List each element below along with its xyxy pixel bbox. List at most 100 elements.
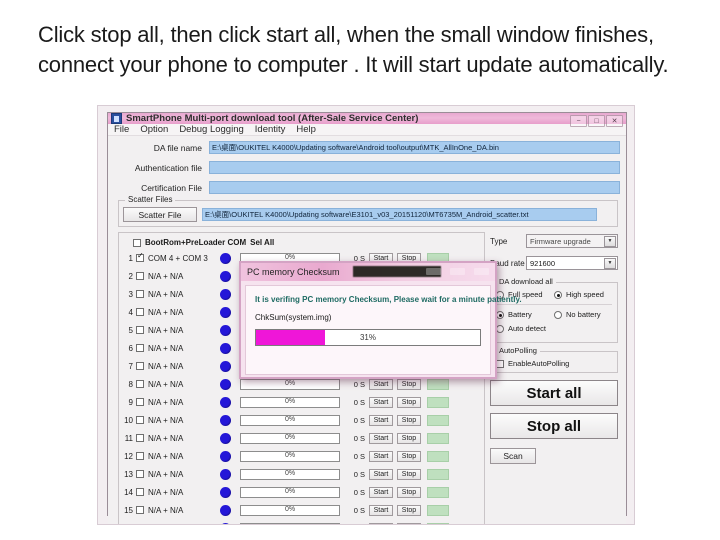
autopolling-legend: AutoPolling: [496, 346, 540, 355]
baud-rate-select[interactable]: 921600 ▼: [526, 256, 618, 270]
menu-bar: File Option Debug Logging Identity Help: [108, 124, 626, 136]
scan-button[interactable]: Scan: [490, 448, 536, 464]
baud-rate-row: Baud rate 921600 ▼: [490, 256, 618, 270]
port-name: N/A + N/A: [148, 451, 184, 461]
port-checkbox[interactable]: [136, 308, 144, 316]
port-elapsed-time: 0 S: [345, 524, 365, 525]
ghost-button: [450, 268, 465, 275]
port-stop-button[interactable]: Stop: [397, 486, 421, 498]
start-all-button[interactable]: Start all: [490, 380, 618, 406]
port-status-dot: [220, 468, 231, 480]
port-status-dot: [220, 288, 231, 300]
port-checkbox[interactable]: [136, 326, 144, 334]
port-name: N/A + N/A: [148, 397, 184, 407]
port-checkbox[interactable]: [136, 488, 144, 496]
port-checkbox[interactable]: [136, 524, 144, 525]
port-row: 14 N/A + N/A 0% 0 S Start Stop: [119, 483, 484, 501]
port-stop-button[interactable]: Stop: [397, 468, 421, 480]
dialog-title: PC memory Checksum: [247, 267, 340, 277]
window-controls: − □ ✕: [570, 115, 623, 127]
radio-auto-detect[interactable]: Auto detect: [496, 324, 554, 333]
port-start-button[interactable]: Start: [369, 486, 393, 498]
port-index: 5: [128, 325, 133, 335]
port-status-dot: [220, 414, 231, 426]
menu-item-option[interactable]: Option: [140, 124, 168, 135]
port-start-button[interactable]: Start: [369, 468, 393, 480]
da-download-legend: DA download all: [496, 277, 556, 286]
port-stop-button[interactable]: Stop: [397, 396, 421, 408]
port-elapsed-time: 0 S: [353, 379, 365, 389]
divider: [496, 304, 612, 305]
port-stop-button[interactable]: Stop: [397, 504, 421, 516]
port-header-label: BootRom+PreLoader COM: [145, 238, 247, 247]
minimize-button[interactable]: −: [570, 115, 587, 127]
stop-all-button[interactable]: Stop all: [490, 413, 618, 439]
select-all-checkbox[interactable]: [133, 238, 141, 247]
baud-rate-value: 921600: [530, 258, 556, 268]
port-index: 10: [124, 415, 133, 425]
port-start-button[interactable]: Start: [369, 504, 393, 516]
port-start-button[interactable]: Start: [369, 414, 393, 426]
radio-high-speed[interactable]: High speed: [554, 290, 612, 299]
menu-item-help[interactable]: Help: [296, 124, 316, 135]
port-row: 9 N/A + N/A 0% 0 S Start Stop: [119, 393, 484, 411]
da-file-input[interactable]: E:\桌面\OUKITEL K4000\Updating software\An…: [209, 141, 620, 154]
enable-autopolling-label: EnableAutoPolling: [508, 359, 570, 368]
port-checkbox[interactable]: [136, 452, 144, 460]
port-checkbox[interactable]: [136, 470, 144, 478]
maximize-button[interactable]: □: [588, 115, 605, 127]
embedded-screenshot: SmartPhone Multi-port download tool (Aft…: [97, 105, 635, 525]
scatter-file-button[interactable]: Scatter File: [123, 207, 197, 222]
auth-file-input[interactable]: [209, 161, 620, 174]
port-status-dot: [220, 396, 231, 408]
port-stop-button[interactable]: Stop: [397, 450, 421, 462]
enable-autopolling-checkbox[interactable]: [496, 359, 504, 368]
port-checkbox[interactable]: [136, 362, 144, 370]
port-name: N/A + N/A: [148, 415, 184, 425]
port-status-dot: [220, 378, 231, 390]
cert-file-input[interactable]: [209, 181, 620, 194]
cert-file-label: Certification File: [141, 182, 202, 193]
port-checkbox[interactable]: [136, 506, 144, 514]
port-checkbox[interactable]: [136, 290, 144, 298]
dialog-progress-bar: 31%: [255, 329, 481, 346]
radio-no-battery[interactable]: No battery: [554, 310, 612, 319]
port-start-button[interactable]: Start: [369, 432, 393, 444]
port-checkbox[interactable]: [136, 344, 144, 352]
port-name: N/A + N/A: [148, 289, 184, 299]
chevron-down-icon[interactable]: ▼: [604, 235, 616, 247]
port-stop-button[interactable]: Stop: [397, 432, 421, 444]
port-start-button[interactable]: Start: [369, 378, 393, 390]
menu-item-identity[interactable]: Identity: [255, 124, 286, 135]
port-checkbox[interactable]: [136, 272, 144, 280]
port-checkbox[interactable]: [136, 434, 144, 442]
port-start-button[interactable]: Start: [369, 396, 393, 408]
scatter-files-group: Scatter Files Scatter File E:\桌面\OUKITEL…: [118, 195, 618, 227]
radio-battery[interactable]: Battery: [496, 310, 554, 319]
scatter-file-input[interactable]: E:\桌面\OUKITEL K4000\Updating software\E3…: [202, 208, 597, 221]
port-stop-button[interactable]: Stop: [397, 522, 421, 524]
type-select[interactable]: Firmware upgrade ▼: [526, 234, 618, 248]
enable-autopolling-checkbox-row[interactable]: EnableAutoPolling: [496, 359, 569, 368]
app-logo-icon: [111, 113, 122, 124]
close-button[interactable]: ✕: [606, 115, 623, 127]
radio-high-speed-label: High speed: [566, 290, 604, 299]
menu-item-debug-logging[interactable]: Debug Logging: [179, 124, 243, 135]
port-index: 1: [128, 253, 133, 263]
port-checkbox[interactable]: [136, 380, 144, 388]
port-start-button[interactable]: Start: [369, 522, 393, 524]
port-index: 9: [128, 397, 133, 407]
port-elapsed-time: 0 S: [353, 415, 365, 425]
menu-item-file[interactable]: File: [114, 124, 129, 135]
port-checkbox[interactable]: [136, 398, 144, 406]
port-stop-button[interactable]: Stop: [397, 378, 421, 390]
port-start-button[interactable]: Start: [369, 450, 393, 462]
chevron-down-icon[interactable]: ▼: [604, 257, 616, 269]
port-progress-bar: 0%: [240, 450, 340, 462]
port-stop-button[interactable]: Stop: [397, 414, 421, 426]
port-progress-bar: 0%: [240, 414, 340, 426]
port-checkbox[interactable]: [136, 252, 144, 262]
port-checkbox[interactable]: [136, 416, 144, 424]
type-label: Type: [490, 236, 508, 246]
da-file-label: DA file name: [153, 142, 202, 153]
